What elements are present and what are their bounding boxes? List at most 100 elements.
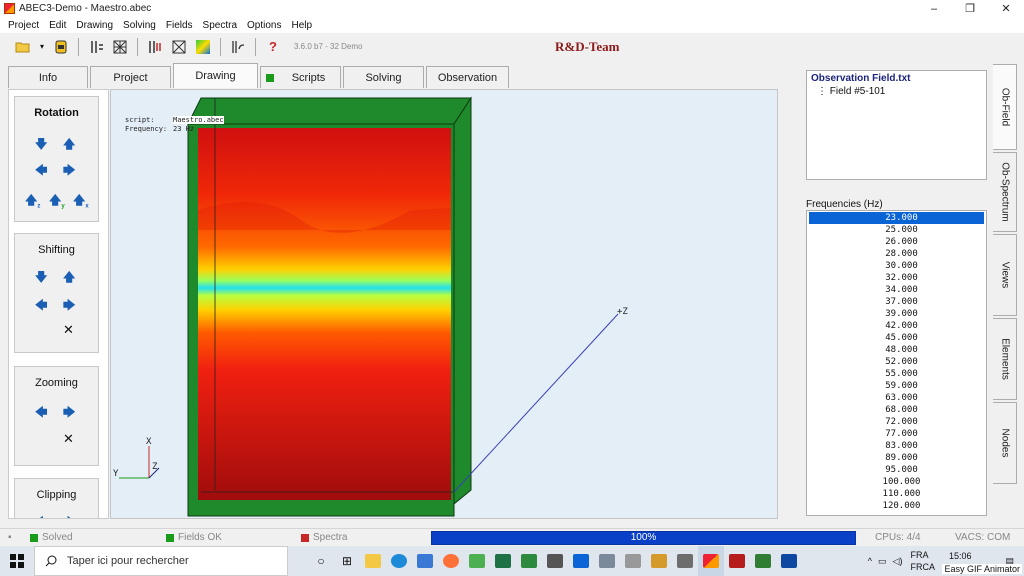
network-icon[interactable]: ▭: [878, 556, 887, 567]
menu-options[interactable]: Options: [242, 20, 286, 31]
frequency-item[interactable]: 110.000: [807, 488, 986, 500]
frequency-item[interactable]: 45.000: [807, 332, 986, 344]
frequency-item[interactable]: 120.000: [807, 500, 986, 512]
edge-browser-icon[interactable]: [386, 546, 412, 576]
menu-spectra[interactable]: Spectra: [198, 20, 242, 31]
rotate-z-icon[interactable]: 🡅z: [25, 191, 40, 212]
help-icon[interactable]: ?: [264, 38, 282, 56]
frequency-item[interactable]: 89.000: [807, 452, 986, 464]
frequency-item[interactable]: 48.000: [807, 344, 986, 356]
clip-left-arrow-icon[interactable]: 🡄: [35, 513, 47, 518]
tab-scripts[interactable]: Scripts: [260, 66, 341, 88]
frequency-item[interactable]: 34.000: [807, 284, 986, 296]
frequency-item[interactable]: 26.000: [807, 236, 986, 248]
menu-edit[interactable]: Edit: [44, 20, 71, 31]
frequency-item[interactable]: 100.000: [807, 476, 986, 488]
firefox-icon[interactable]: [438, 546, 464, 576]
frequency-item[interactable]: 59.000: [807, 380, 986, 392]
maximize-button[interactable]: ❐: [952, 0, 988, 17]
rotate-down-arrow-icon[interactable]: 🡇: [35, 135, 47, 156]
menu-project[interactable]: Project: [3, 20, 44, 31]
field-map-icon[interactable]: [194, 38, 212, 56]
abec-taskbar-icon[interactable]: [698, 546, 724, 576]
app-icon-grey[interactable]: [620, 546, 646, 576]
frequency-item[interactable]: 77.000: [807, 428, 986, 440]
frequency-item[interactable]: 83.000: [807, 440, 986, 452]
spreadsheet-icon[interactable]: [490, 546, 516, 576]
tab-elements[interactable]: Elements: [993, 318, 1017, 400]
minimize-button[interactable]: –: [916, 0, 952, 17]
dropdown-arrow-icon[interactable]: ▾: [38, 38, 46, 56]
mail-icon[interactable]: [568, 546, 594, 576]
drawing-viewport[interactable]: script: Maestro.abec Frequency: 23 Hz X …: [110, 89, 778, 519]
menu-help[interactable]: Help: [286, 20, 317, 31]
task-view-icon[interactable]: ○: [308, 546, 334, 576]
camera-icon[interactable]: [542, 546, 568, 576]
frequency-item[interactable]: 63.000: [807, 392, 986, 404]
notes-icon[interactable]: [594, 546, 620, 576]
frequency-item[interactable]: 32.000: [807, 272, 986, 284]
spectrum-icon[interactable]: [229, 38, 247, 56]
frequency-item[interactable]: 25.000: [807, 224, 986, 236]
tab-ob-spectrum[interactable]: Ob-Spectrum: [993, 152, 1017, 232]
frequency-item[interactable]: 28.000: [807, 248, 986, 260]
red-app-icon[interactable]: [724, 546, 750, 576]
frequency-item[interactable]: 72.000: [807, 416, 986, 428]
media-app-icon[interactable]: [646, 546, 672, 576]
menu-solving[interactable]: Solving: [118, 20, 161, 31]
frequency-item[interactable]: 42.000: [807, 320, 986, 332]
frequency-item[interactable]: 23.000: [809, 212, 984, 224]
frequency-item[interactable]: 55.000: [807, 368, 986, 380]
frequency-item[interactable]: 30.000: [807, 260, 986, 272]
zoom-in-arrow-icon[interactable]: 🡆: [63, 403, 75, 424]
rotate-y-icon[interactable]: 🡅y: [49, 191, 65, 212]
photos-icon[interactable]: [516, 546, 542, 576]
frequency-item[interactable]: 68.000: [807, 404, 986, 416]
tab-project[interactable]: Project: [90, 66, 171, 88]
tab-ob-field[interactable]: Ob-Field: [993, 64, 1017, 150]
grid-icon[interactable]: [170, 38, 188, 56]
solve-icon[interactable]: [146, 38, 164, 56]
reset-zoom-icon[interactable]: ✕: [63, 431, 74, 447]
rotate-right-arrow-icon[interactable]: 🡆: [63, 161, 75, 182]
menu-fields[interactable]: Fields: [161, 20, 198, 31]
rotate-x-icon[interactable]: 🡅x: [73, 191, 89, 212]
mesh-icon[interactable]: [111, 38, 129, 56]
tab-nodes[interactable]: Nodes: [993, 402, 1017, 484]
shift-down-arrow-icon[interactable]: 🡇: [35, 268, 47, 289]
tray-chevron-icon[interactable]: ^: [868, 556, 872, 566]
tools-app-icon[interactable]: [672, 546, 698, 576]
tab-observation[interactable]: Observation: [426, 66, 509, 88]
store-icon[interactable]: [412, 546, 438, 576]
tab-info[interactable]: Info: [8, 66, 88, 88]
observation-file-title[interactable]: Observation Field.txt: [811, 73, 986, 84]
tab-views[interactable]: Views: [993, 234, 1017, 316]
shift-right-arrow-icon[interactable]: 🡆: [63, 296, 75, 317]
taskbar-search[interactable]: Taper ici pour rechercher: [34, 546, 288, 576]
shift-left-arrow-icon[interactable]: 🡄: [35, 296, 47, 317]
close-button[interactable]: ✕: [988, 0, 1024, 17]
shift-up-arrow-icon[interactable]: 🡅: [63, 268, 75, 289]
clip-right-arrow-icon[interactable]: 🡆: [63, 513, 75, 518]
frequency-item[interactable]: 37.000: [807, 296, 986, 308]
volume-icon[interactable]: ◁): [893, 556, 903, 567]
rotate-left-arrow-icon[interactable]: 🡄: [35, 161, 47, 182]
file-explorer-icon[interactable]: [360, 546, 386, 576]
integral-icon[interactable]: [87, 38, 105, 56]
rotate-up-arrow-icon[interactable]: 🡅: [63, 135, 75, 156]
observation-field-item[interactable]: ⋮ Field #5-101: [817, 86, 986, 97]
windows-start-icon[interactable]: [0, 546, 34, 576]
frequency-item[interactable]: 52.000: [807, 356, 986, 368]
zoom-out-arrow-icon[interactable]: 🡄: [35, 403, 47, 424]
m-app-icon[interactable]: [776, 546, 802, 576]
language-indicator[interactable]: FRA FRCA: [910, 549, 935, 573]
open-folder-icon[interactable]: [14, 38, 32, 56]
tab-solving[interactable]: Solving: [343, 66, 424, 88]
green-app-icon[interactable]: [750, 546, 776, 576]
tab-drawing[interactable]: Drawing: [173, 63, 258, 88]
frequency-item[interactable]: 95.000: [807, 464, 986, 476]
frequency-item[interactable]: 39.000: [807, 308, 986, 320]
widgets-icon[interactable]: ⊞: [334, 546, 360, 576]
menu-drawing[interactable]: Drawing: [71, 20, 118, 31]
cloud-app-icon[interactable]: [464, 546, 490, 576]
